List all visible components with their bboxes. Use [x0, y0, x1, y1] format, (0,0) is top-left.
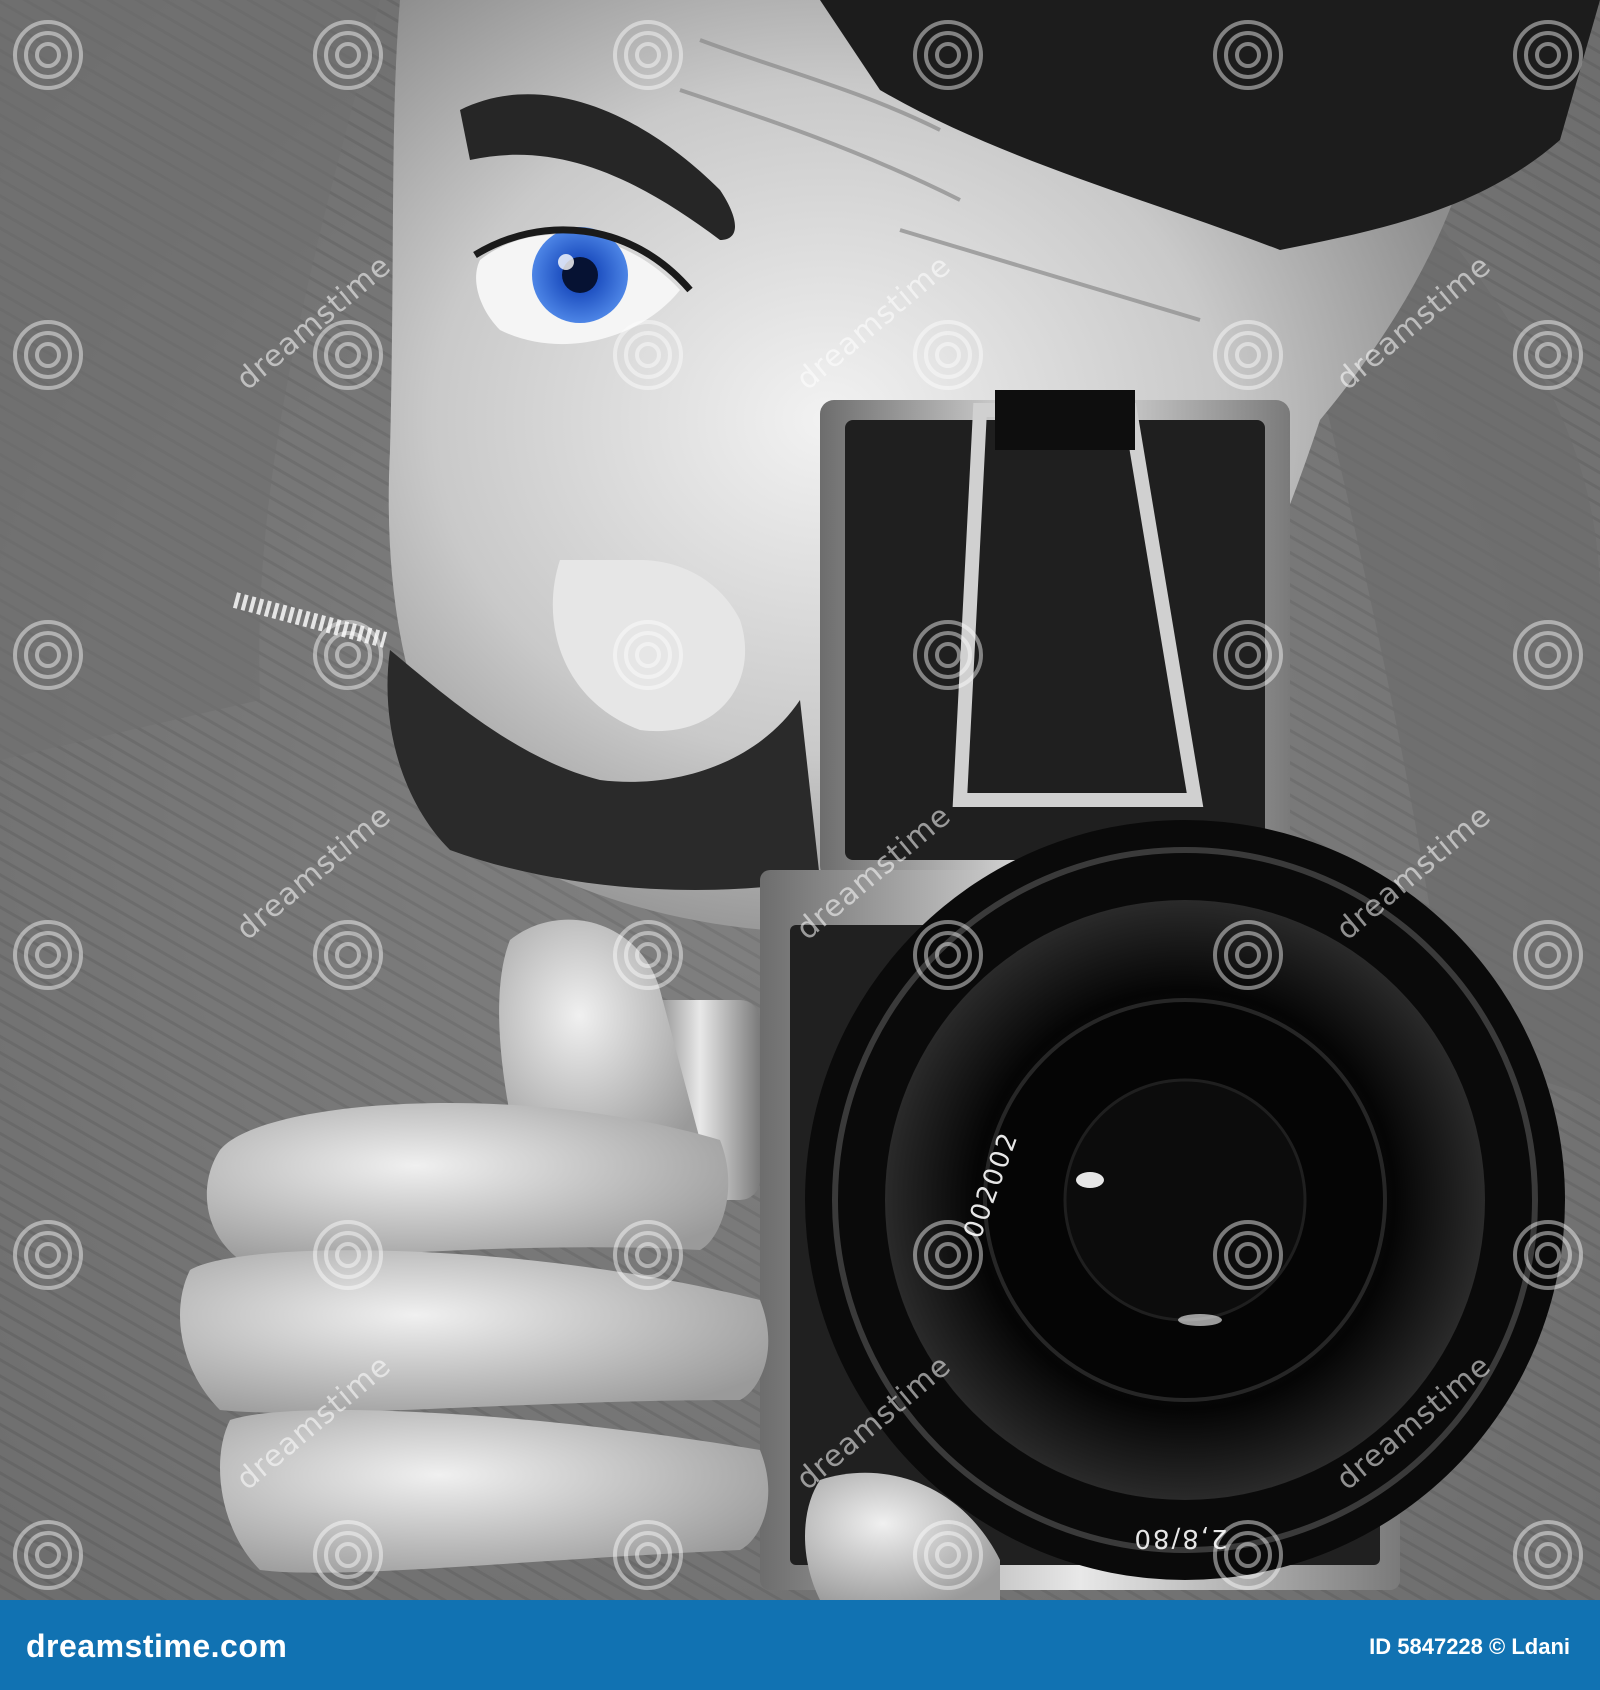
- stock-photo: 002002 2,8/80 dreamstime dreamstime dreams…: [0, 0, 1600, 1600]
- footer-brand[interactable]: dreamstime.com: [26, 1628, 287, 1665]
- photo-illustration: 002002 2,8/80 dreamstime dreamstime dreams…: [0, 0, 1600, 1600]
- lens-spec: 2,8/80: [1132, 1523, 1227, 1553]
- footer-credit: ID 5847228 © Ldani: [1369, 1634, 1570, 1659]
- camera-lens: 002002 2,8/80: [805, 820, 1565, 1580]
- footer-bar: dreamstime.com ID 5847228 © Ldani: [0, 1600, 1600, 1690]
